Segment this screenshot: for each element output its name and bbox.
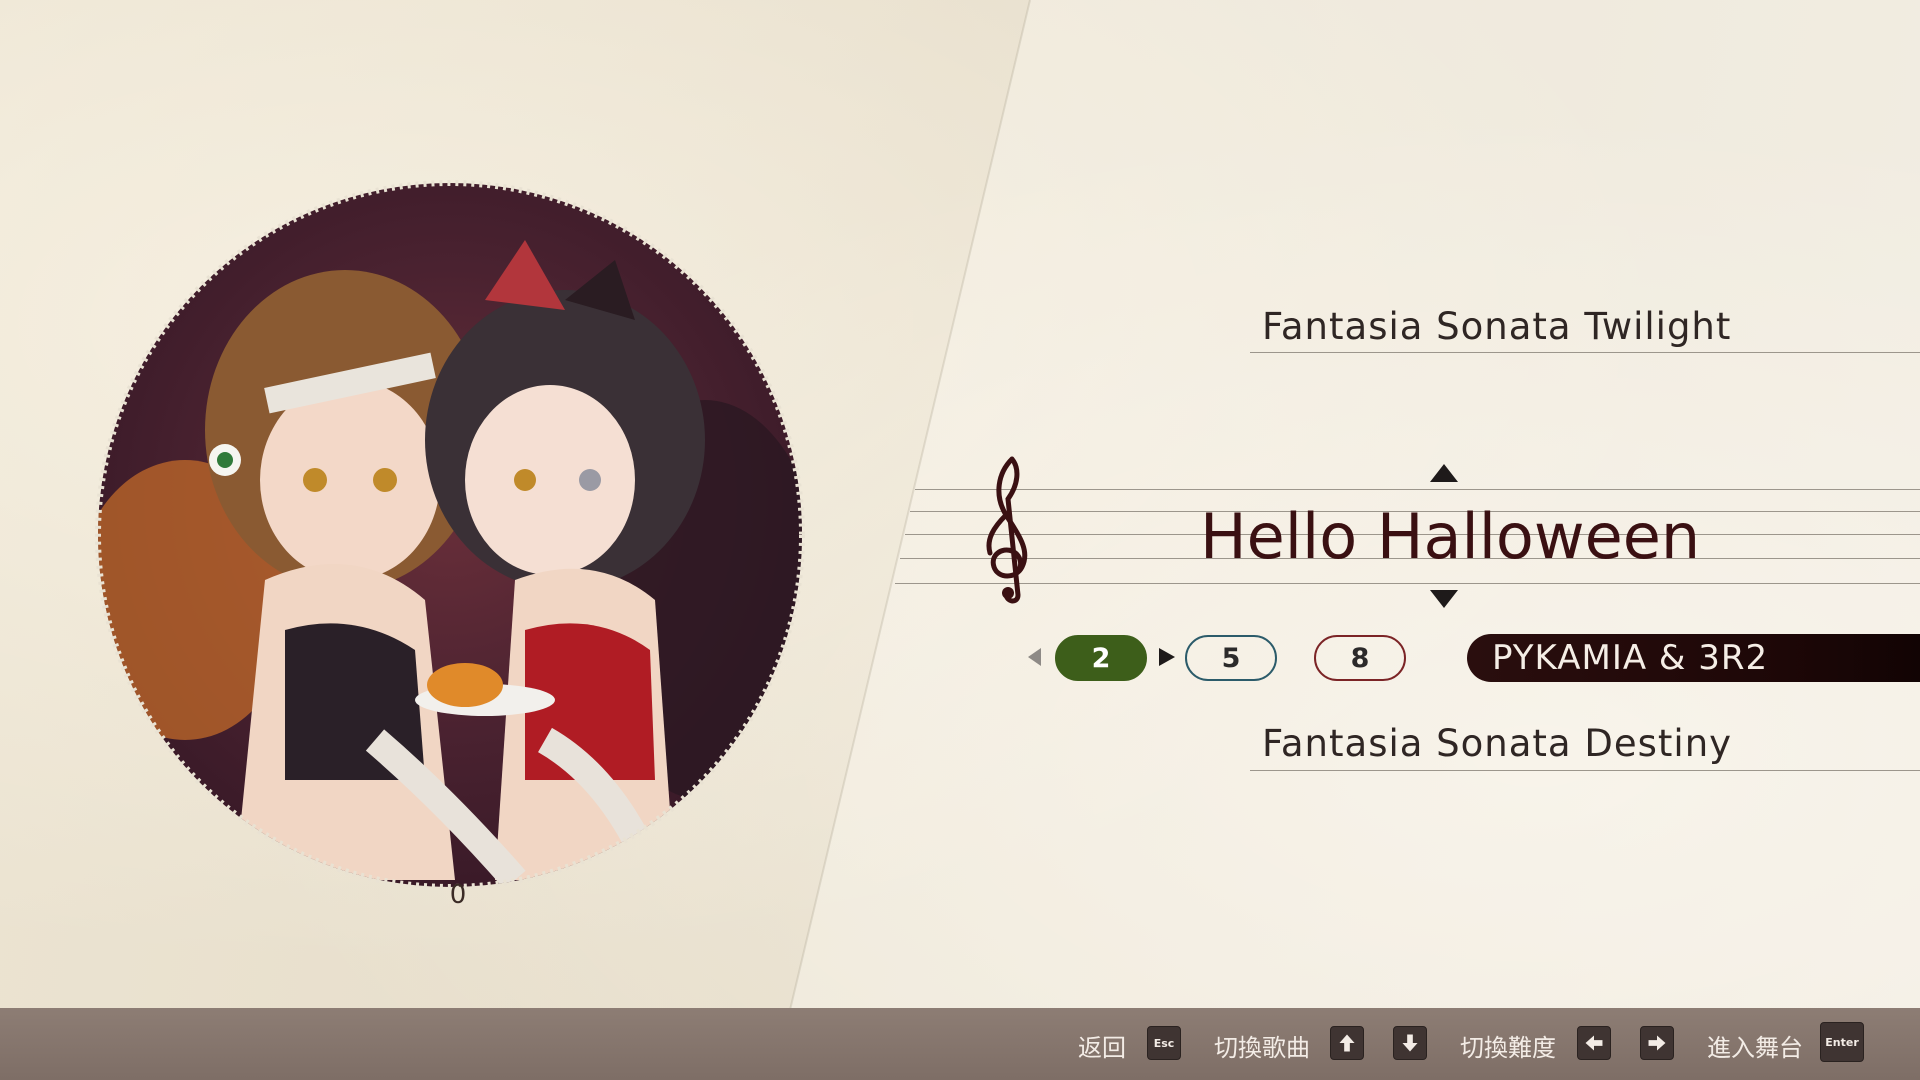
triangle-down-icon[interactable] bbox=[1430, 590, 1458, 608]
arrow-up-key-icon[interactable] bbox=[1330, 1026, 1364, 1060]
difficulty-normal-button[interactable]: 5 bbox=[1185, 635, 1277, 681]
back-label: 返回 bbox=[1078, 1034, 1126, 1062]
triangle-left-icon[interactable] bbox=[1028, 648, 1041, 666]
arrow-down-key-icon[interactable] bbox=[1393, 1026, 1427, 1060]
cover-marker: 0 bbox=[449, 880, 467, 910]
staff-line bbox=[895, 583, 1920, 584]
staff-line bbox=[1250, 770, 1920, 771]
esc-key-label: Esc bbox=[1153, 1037, 1175, 1050]
difficulty-easy-button[interactable]: 2 bbox=[1055, 635, 1147, 681]
switch-song-label: 切換歌曲 bbox=[1214, 1034, 1310, 1062]
enter-key[interactable]: Enter bbox=[1820, 1022, 1864, 1062]
controls-hint-bar bbox=[0, 1008, 1920, 1080]
difficulty-hard-button[interactable]: 8 bbox=[1314, 635, 1406, 681]
triangle-right-icon[interactable] bbox=[1159, 648, 1175, 666]
staff-line bbox=[915, 489, 1920, 490]
staff-line bbox=[1250, 352, 1920, 353]
arrow-right-key-icon[interactable] bbox=[1640, 1026, 1674, 1060]
enter-key-label: Enter bbox=[1825, 1036, 1859, 1049]
arrow-left-key-icon[interactable] bbox=[1577, 1026, 1611, 1060]
esc-key[interactable]: Esc bbox=[1147, 1026, 1181, 1060]
song-cover-art bbox=[95, 180, 805, 890]
enter-stage-label: 進入舞台 bbox=[1707, 1034, 1803, 1062]
switch-difficulty-label: 切換難度 bbox=[1460, 1034, 1556, 1062]
treble-clef-icon bbox=[986, 456, 1028, 604]
current-song-title[interactable]: Hello Halloween bbox=[1200, 500, 1700, 573]
next-song-title[interactable]: Fantasia Sonata Destiny bbox=[1262, 722, 1732, 765]
triangle-up-icon[interactable] bbox=[1430, 464, 1458, 482]
artist-name: PYKAMIA & 3R2 bbox=[1492, 638, 1769, 678]
previous-song-title[interactable]: Fantasia Sonata Twilight bbox=[1262, 305, 1731, 348]
